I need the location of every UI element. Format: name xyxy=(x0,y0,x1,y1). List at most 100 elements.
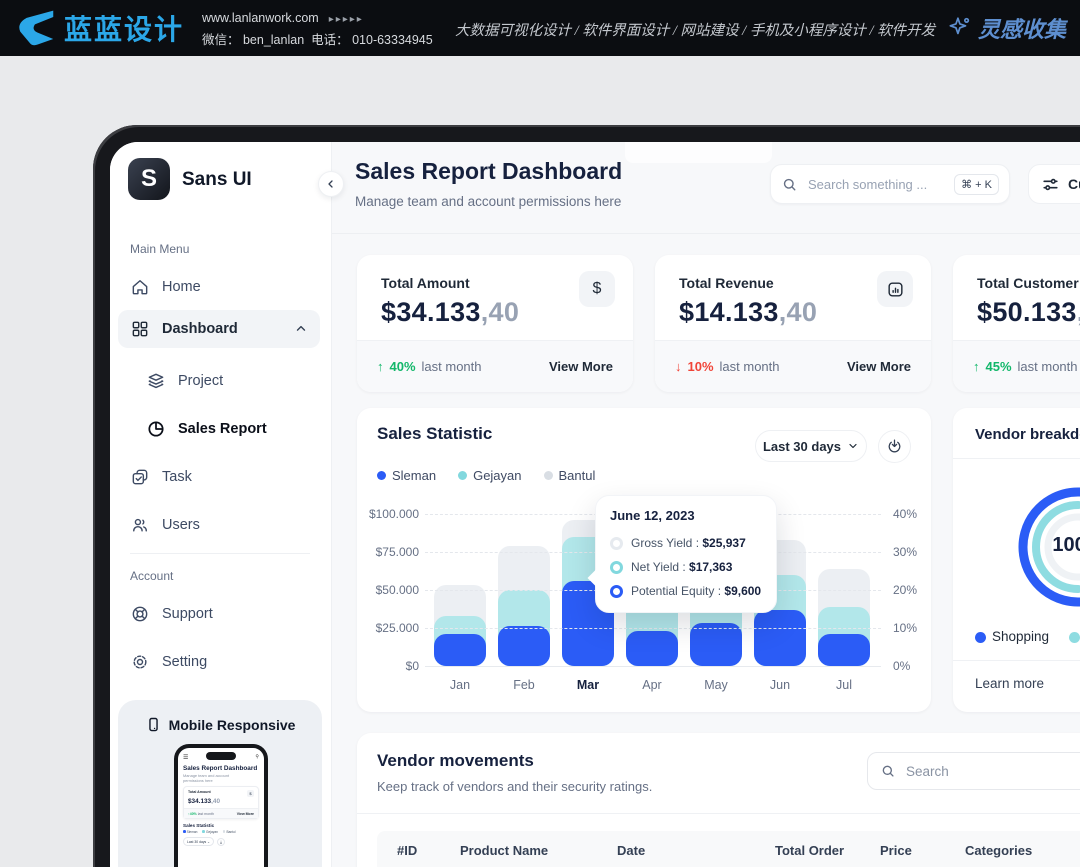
stat-card-total-revenue: Total Revenue $14.133,40 ↓ 10% last mont… xyxy=(655,255,931,392)
sidebar-collapse-button[interactable] xyxy=(318,171,344,197)
sidebar-item-users[interactable]: Users xyxy=(130,510,312,540)
download-icon xyxy=(886,438,903,455)
bar-jul-sleman[interactable] xyxy=(818,634,870,666)
view-more-link[interactable]: View More xyxy=(847,359,911,374)
download-button[interactable] xyxy=(878,430,911,463)
column-header-id: #ID xyxy=(397,843,417,858)
app-screen: S Sans UI Main Menu HomeDashboardProject… xyxy=(110,142,1080,867)
app-brand-name: Sans UI xyxy=(182,169,252,191)
shortcut-badge: ⌘ + K xyxy=(954,174,999,195)
customize-button[interactable]: Customize xyxy=(1028,164,1080,204)
y-axis-tick-right: 0% xyxy=(893,659,910,673)
learn-more-link[interactable]: Learn more xyxy=(975,676,1044,691)
trend-down-icon: ↓ xyxy=(675,359,682,374)
header-divider xyxy=(332,233,1080,234)
sparkle-icon xyxy=(946,15,972,41)
column-header-price: Price xyxy=(880,843,912,858)
bar-jan-sleman[interactable] xyxy=(434,634,486,666)
setting-icon xyxy=(130,652,150,672)
x-axis-line xyxy=(425,666,881,667)
download-icon: ⤓ xyxy=(217,838,225,846)
sidebar-item-home[interactable]: Home xyxy=(130,272,312,302)
column-header-total-order: Total Order xyxy=(775,843,844,858)
brand-name: 蓝蓝设计 xyxy=(64,8,184,48)
sales-report-icon xyxy=(146,419,166,439)
gridline xyxy=(425,628,881,629)
y-axis-tick-left: $0 xyxy=(361,659,419,673)
bar-jun-sleman[interactable] xyxy=(754,610,806,666)
legend-item-bantul[interactable]: Bantul xyxy=(544,468,596,483)
search-icon xyxy=(781,176,798,193)
page-subtitle: Manage team and account permissions here xyxy=(355,194,621,209)
sliders-icon xyxy=(1041,175,1060,194)
sidebar-item-label: Home xyxy=(162,279,201,295)
sidebar-item-setting[interactable]: Setting xyxy=(130,647,312,677)
mobile-responsive-card: Mobile Responsive ☰⚲ Sales Report Dashbo… xyxy=(118,700,322,867)
trend-up-icon: ↑ xyxy=(973,359,980,374)
x-axis-label-jun: Jun xyxy=(754,678,806,692)
phone-mockup: ☰⚲ Sales Report Dashboard Manage team an… xyxy=(174,744,268,867)
dollar-icon: $ xyxy=(247,790,254,797)
legend-item-sleman[interactable]: Sleman xyxy=(377,468,436,483)
table-search-input[interactable] xyxy=(904,763,1080,780)
support-icon xyxy=(130,604,150,624)
legend-item-gejayan[interactable]: Gejayan xyxy=(458,468,521,483)
page-title: Sales Report Dashboard xyxy=(355,158,622,185)
x-axis-label-feb: Feb xyxy=(498,678,550,692)
y-axis-tick-left: $50.000 xyxy=(361,583,419,597)
view-more-link[interactable]: View More xyxy=(549,359,613,374)
sidebar-item-dashboard[interactable]: Dashboard xyxy=(118,310,320,348)
task-icon xyxy=(130,467,150,487)
project-icon xyxy=(146,371,166,391)
sidebar-item-label: Users xyxy=(162,517,200,533)
y-axis-tick-left: $75.000 xyxy=(361,545,419,559)
stat-card-total-amount: Total Amount $34.133,40 $ ↑ 40% last mon… xyxy=(357,255,633,392)
legend-dot-shopping xyxy=(975,632,986,643)
bar-apr-sleman[interactable] xyxy=(626,631,678,666)
legend-label-shopping: Shopping xyxy=(992,629,1049,644)
bar-feb-sleman[interactable] xyxy=(498,626,550,666)
sidebar-item-sales-report[interactable]: Sales Report xyxy=(146,414,312,444)
divider xyxy=(953,458,1080,459)
global-search[interactable]: ⌘ + K xyxy=(770,164,1010,204)
screen-highlight xyxy=(625,142,772,163)
inspiration-collect-link[interactable]: 灵感收集 xyxy=(946,12,1066,44)
y-axis-tick-left: $25.000 xyxy=(361,621,419,635)
trend-up-icon: ↑ xyxy=(377,359,384,374)
chart-title: Sales Statistic xyxy=(377,424,492,444)
divider xyxy=(357,813,1080,814)
column-header-date: Date xyxy=(617,843,645,858)
x-axis-label-may: May xyxy=(690,678,742,692)
x-axis-label-jan: Jan xyxy=(434,678,486,692)
sidebar-item-label: Project xyxy=(178,373,223,389)
vendor-breakdown-title: Vendor breakdown xyxy=(975,426,1080,443)
legend-dot xyxy=(544,471,553,480)
search-icon xyxy=(880,763,896,779)
divider xyxy=(953,660,1080,661)
tooltip-date: June 12, 2023 xyxy=(610,508,762,523)
tooltip-row: Gross Yield : $25,937 xyxy=(610,531,762,555)
sidebar-item-project[interactable]: Project xyxy=(146,366,312,396)
column-header-categories: Categories xyxy=(965,843,1032,858)
sidebar-item-label: Dashboard xyxy=(162,321,238,337)
period-selector[interactable]: Last 30 days xyxy=(755,430,867,462)
x-axis-label-apr: Apr xyxy=(626,678,678,692)
legend-dot xyxy=(377,471,386,480)
tooltip-series-ring xyxy=(610,585,623,598)
table-search[interactable] xyxy=(867,752,1080,790)
search-input[interactable] xyxy=(806,176,946,193)
y-axis-tick-right: 40% xyxy=(893,507,917,521)
vendor-breakdown-card: Vendor breakdown 100% Shopping Learn mor… xyxy=(953,408,1080,712)
banner-services: 大数据可视化设计 / 软件界面设计 / 网站建设 / 手机及小程序设计 / 软件… xyxy=(455,19,935,40)
phone-notch xyxy=(206,752,236,760)
website-link[interactable]: www.lanlanwork.com xyxy=(202,11,319,25)
sidebar-item-support[interactable]: Support xyxy=(130,599,312,629)
chevron-down-icon xyxy=(847,440,859,452)
dashboard-icon xyxy=(130,319,150,339)
bar-may-sleman[interactable] xyxy=(690,623,742,666)
phone-stat-card: Total Amount$ $34.133,40 ↑40% last month… xyxy=(183,786,259,819)
phone-icon xyxy=(145,716,162,733)
sidebar-item-task[interactable]: Task xyxy=(130,462,312,492)
vendor-movements-subtitle: Keep track of vendors and their security… xyxy=(377,779,652,794)
site-banner: 蓝蓝设计 www.lanlanwork.com▸▸▸▸▸ 微信： ben_lan… xyxy=(0,0,1080,56)
